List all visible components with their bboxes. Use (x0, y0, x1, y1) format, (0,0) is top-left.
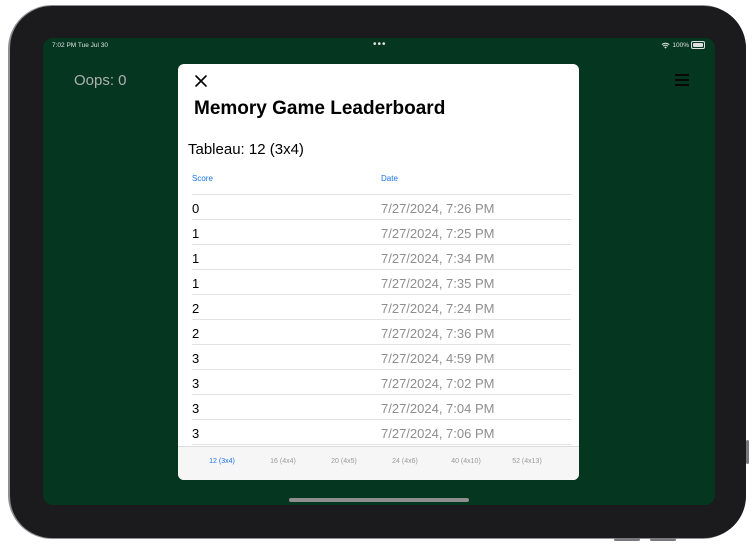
date-cell: 7/27/2024, 7:02 PM (381, 376, 495, 391)
score-cell: 3 (192, 351, 200, 366)
score-cell: 3 (192, 401, 200, 416)
date-cell: 7/27/2024, 7:34 PM (381, 251, 495, 266)
tab-16[interactable]: 16 (4x4) (253, 458, 313, 465)
table-row: 3 7/27/2024, 7:06 PM (192, 420, 571, 445)
modal-title: Memory Game Leaderboard (194, 98, 446, 119)
table-row: 3 7/27/2024, 4:59 PM (192, 345, 571, 370)
table-row: 1 7/27/2024, 7:35 PM (192, 270, 571, 295)
score-cell: 1 (192, 276, 200, 291)
top-button (614, 538, 640, 541)
leaderboard-modal: Memory Game Leaderboard Tableau: 12 (3x4… (178, 64, 579, 480)
score-cell: 3 (192, 376, 200, 391)
date-cell: 7/27/2024, 7:26 PM (381, 201, 495, 216)
date-cell: 7/27/2024, 7:24 PM (381, 301, 495, 316)
score-cell: 2 (192, 301, 200, 316)
table-row: 1 7/27/2024, 7:25 PM (192, 220, 571, 245)
column-header-score[interactable]: Score (192, 174, 213, 183)
date-cell: 7/27/2024, 7:35 PM (381, 276, 495, 291)
tab-52[interactable]: 52 (4x13) (497, 458, 557, 465)
side-button (746, 440, 749, 464)
tab-24[interactable]: 24 (4x6) (375, 458, 435, 465)
tableau-label: Tableau: 12 (3x4) (188, 141, 304, 158)
date-cell: 7/27/2024, 7:25 PM (381, 226, 495, 241)
close-icon[interactable] (192, 72, 210, 90)
score-cell: 2 (192, 326, 200, 341)
date-cell: 7/27/2024, 7:36 PM (381, 326, 495, 341)
score-cell: 1 (192, 251, 200, 266)
column-header-date[interactable]: Date (381, 174, 398, 183)
tab-12[interactable]: 12 (3x4) (192, 458, 252, 465)
score-cell: 3 (192, 426, 200, 441)
date-cell: 7/27/2024, 4:59 PM (381, 351, 495, 366)
table-row: 0 7/27/2024, 7:26 PM (192, 195, 571, 220)
tab-20[interactable]: 20 (4x5) (314, 458, 374, 465)
score-cell: 1 (192, 226, 200, 241)
date-cell: 7/27/2024, 7:04 PM (381, 401, 495, 416)
tableau-tab-bar: 12 (3x4) 16 (4x4) 20 (4x5) 24 (4x6) 40 (4x10… (178, 446, 579, 480)
home-indicator[interactable] (289, 498, 469, 502)
top-button (650, 538, 676, 541)
table-row: 2 7/27/2024, 7:36 PM (192, 320, 571, 345)
table-row: 3 7/27/2024, 7:04 PM (192, 395, 571, 420)
table-row: 3 7/27/2024, 7:02 PM (192, 370, 571, 395)
table-row: 1 7/27/2024, 7:34 PM (192, 245, 571, 270)
table-row: 2 7/27/2024, 7:24 PM (192, 295, 571, 320)
score-cell: 0 (192, 201, 200, 216)
tab-40[interactable]: 40 (4x10) (436, 458, 496, 465)
date-cell: 7/27/2024, 7:06 PM (381, 426, 495, 441)
